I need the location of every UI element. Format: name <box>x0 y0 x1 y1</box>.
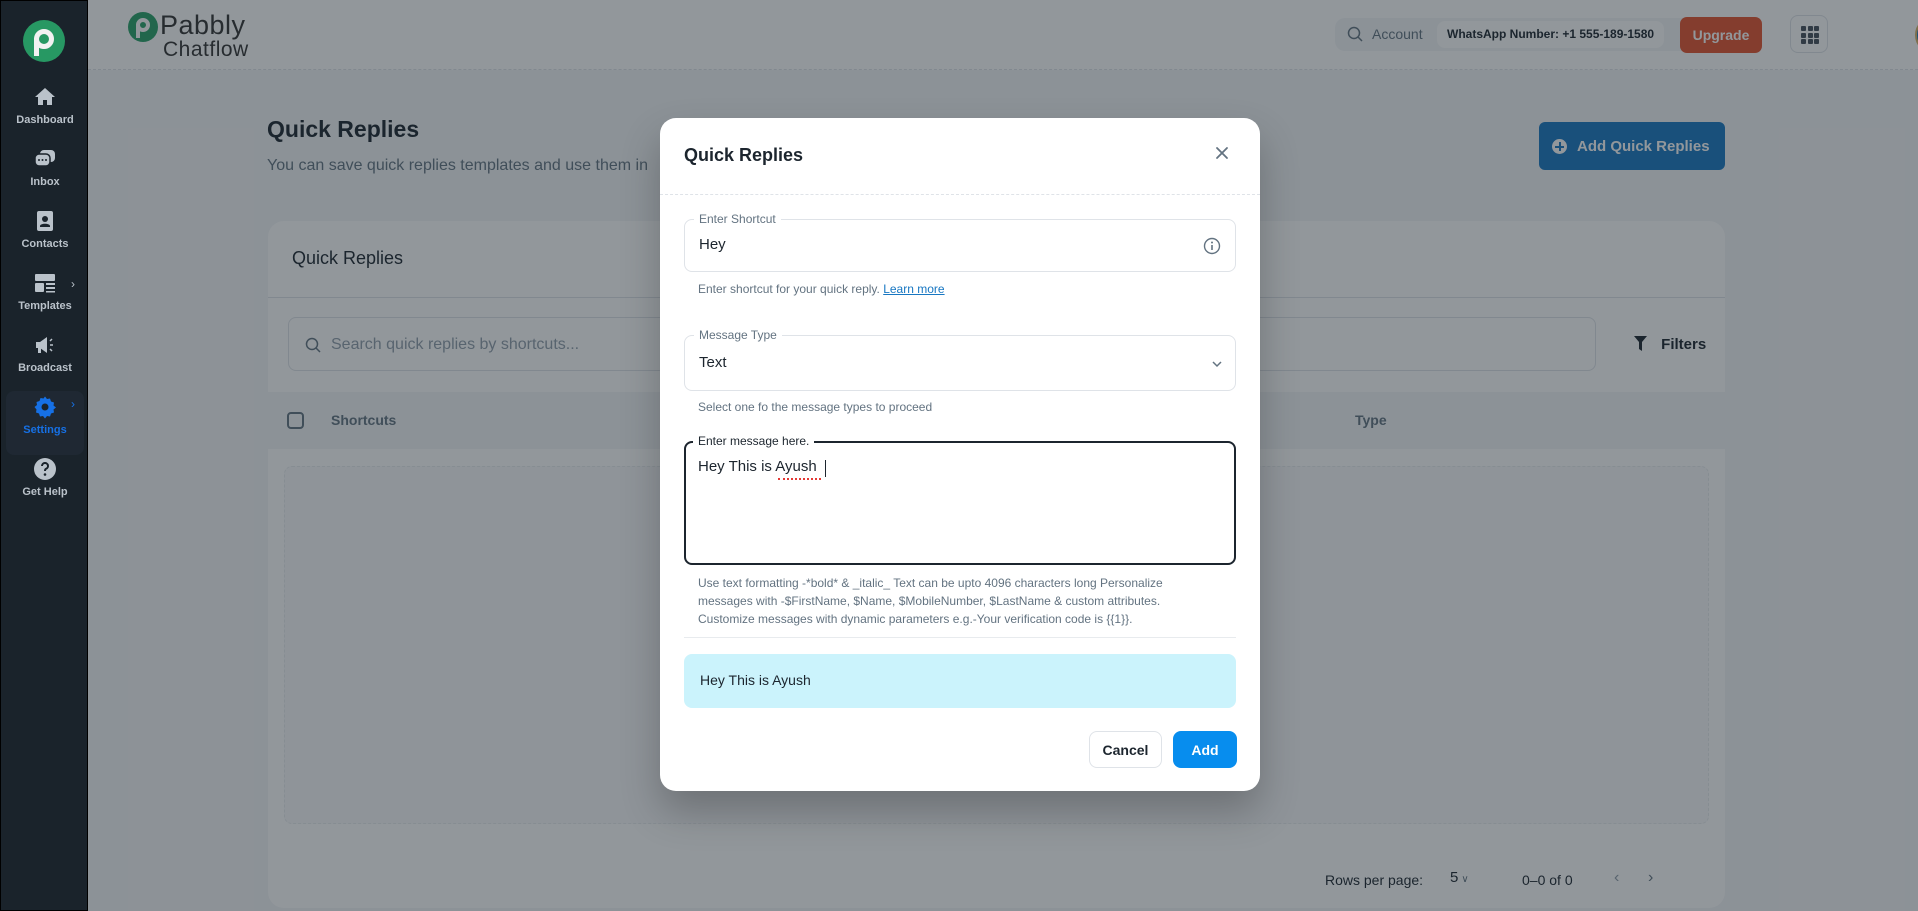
message-type-label: Message Type <box>694 328 782 342</box>
message-type-value: Text <box>699 354 727 371</box>
chevron-down-icon <box>1212 361 1222 368</box>
shortcut-label: Enter Shortcut <box>694 212 781 226</box>
dialog-title: Quick Replies <box>684 145 804 165</box>
text-caret <box>825 460 826 477</box>
message-type-select[interactable]: Message Type Text <box>684 328 1236 391</box>
message-label: Enter message here. <box>693 434 815 448</box>
info-icon[interactable] <box>1203 237 1221 255</box>
spellcheck-underline <box>778 477 821 480</box>
message-preview-text: Hey This is Ayush <box>700 672 811 688</box>
divider <box>660 194 1260 195</box>
modal-backdrop-sidebar <box>0 0 88 911</box>
message-textarea[interactable]: Hey This is Ayush <box>698 458 1218 553</box>
message-type-helper: Select one fo the message types to proce… <box>698 400 933 414</box>
shortcut-input[interactable] <box>699 236 1179 253</box>
message-field[interactable]: Enter message here. Hey This is Ayush <box>684 434 1236 565</box>
cancel-button[interactable]: Cancel <box>1089 731 1162 768</box>
close-icon[interactable] <box>1210 141 1234 165</box>
quick-replies-dialog: Quick Replies Enter Shortcut Enter short… <box>660 118 1260 791</box>
add-button[interactable]: Add <box>1173 731 1237 768</box>
learn-more-link[interactable]: Learn more <box>883 282 944 296</box>
shortcut-helper: Enter shortcut for your quick reply. Lea… <box>698 282 945 296</box>
shortcut-field[interactable]: Enter Shortcut <box>684 212 1236 272</box>
divider <box>684 637 1236 638</box>
shortcut-helper-text: Enter shortcut for your quick reply. <box>698 282 880 296</box>
message-preview: Hey This is Ayush <box>684 654 1236 708</box>
message-helper: Use text formatting -*bold* & _italic_ T… <box>698 576 1163 626</box>
